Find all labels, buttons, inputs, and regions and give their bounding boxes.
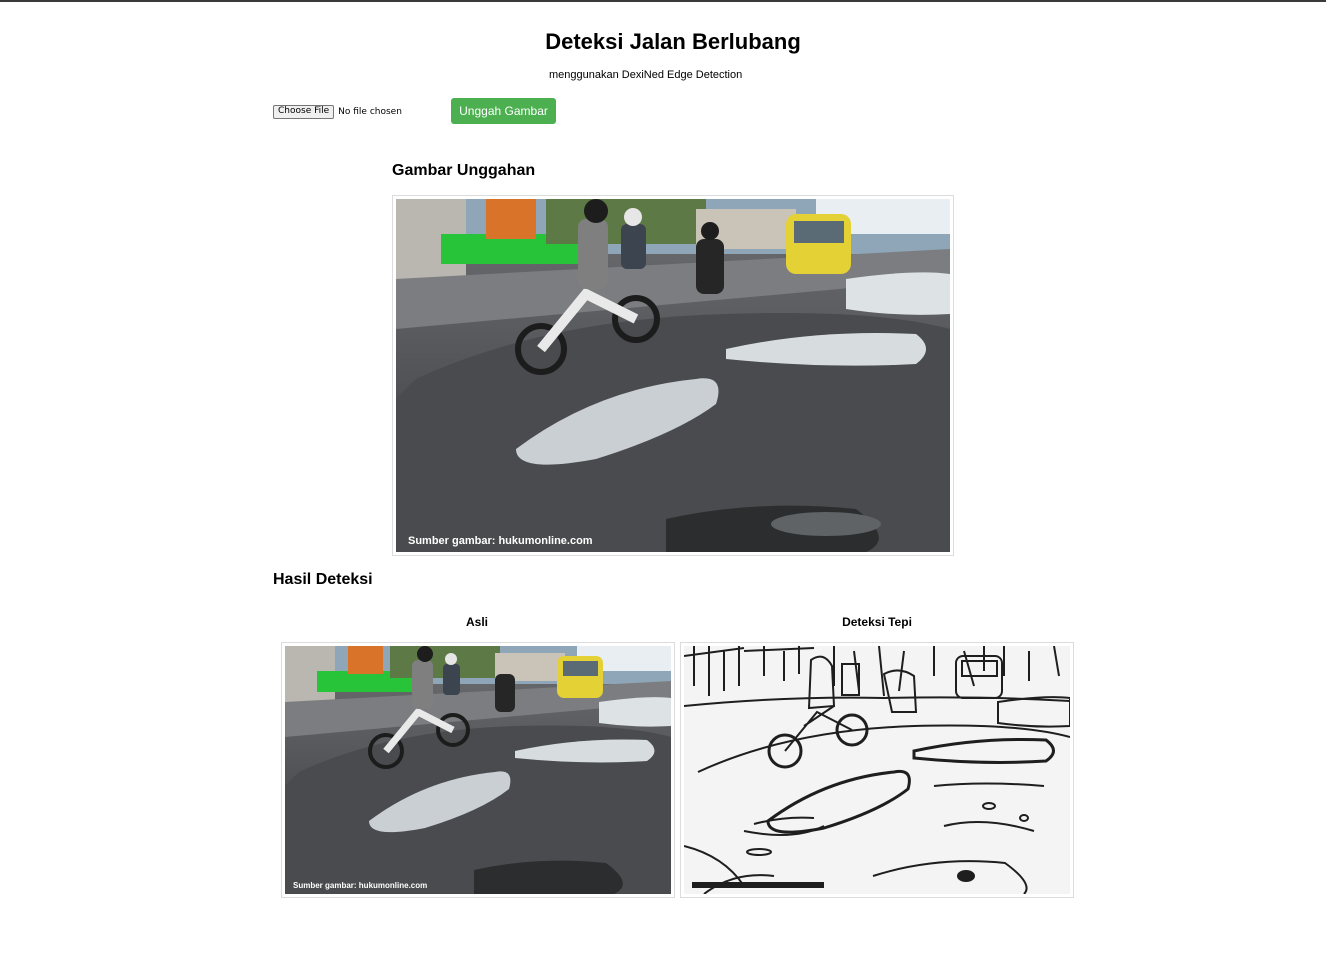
file-input[interactable]: Choose File No file chosen	[273, 104, 402, 120]
edge-detection-image	[684, 646, 1070, 894]
uploaded-road-photo: Sumber gambar: hukumonline.com	[396, 199, 950, 552]
uploaded-image-title: Gambar Unggahan	[392, 162, 536, 179]
main-container: Deteksi Jalan Berlubang menggunakan Dexi…	[273, 0, 1074, 953]
original-road-photo: Sumber gambar: hukumonline.com	[285, 646, 671, 894]
uploaded-image-frame: Sumber gambar: hukumonline.com	[392, 195, 954, 556]
page-title: Deteksi Jalan Berlubang	[545, 29, 801, 54]
file-status-text: No file chosen	[338, 107, 402, 117]
original-result-frame: Sumber gambar: hukumonline.com	[281, 642, 675, 898]
original-column-label: Asli	[465, 615, 488, 629]
detection-results-title: Hasil Deteksi	[273, 571, 373, 588]
original-image-credit: Sumber gambar: hukumonline.com	[293, 881, 427, 890]
edge-credit-remnant	[692, 882, 824, 888]
uploaded-image-credit: Sumber gambar: hukumonline.com	[408, 535, 593, 547]
upload-image-button[interactable]: Unggah Gambar	[451, 98, 556, 124]
edge-column-label: Deteksi Tepi	[842, 615, 912, 629]
edge-result-frame	[680, 642, 1074, 898]
page-subtitle: menggunakan DexiNed Edge Detection	[549, 69, 743, 81]
choose-file-button[interactable]: Choose File	[273, 105, 335, 119]
